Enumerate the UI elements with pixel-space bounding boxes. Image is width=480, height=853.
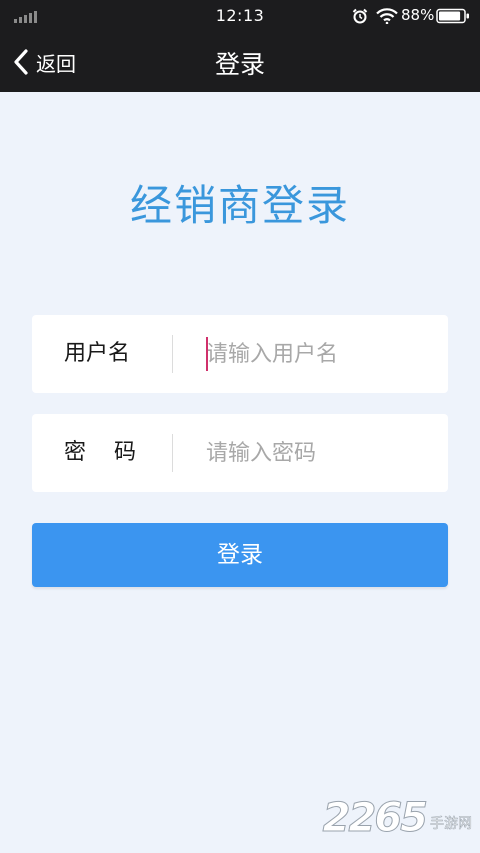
password-label: 密 码 [64, 440, 136, 465]
username-field-row: 用户名 [32, 315, 448, 393]
username-divider [172, 335, 173, 373]
password-input[interactable] [206, 414, 436, 492]
watermark-text: 手游网 [430, 816, 473, 833]
username-label: 用户名 [64, 341, 131, 366]
wifi-icon [376, 8, 398, 24]
nav-title: 登录 [214, 50, 265, 79]
username-input[interactable] [206, 315, 436, 393]
page-title: 经销商登录 [129, 181, 350, 230]
password-divider [172, 434, 173, 472]
top-bar: 12:13 88% 返回 登录 [0, 0, 480, 92]
login-button[interactable]: 登录 [32, 523, 448, 587]
watermark-digits: 2265 [322, 795, 428, 842]
status-bar: 12:13 88% [0, 0, 480, 32]
alarm-icon [352, 8, 368, 24]
text-caret [206, 337, 208, 371]
battery-icon [436, 8, 469, 24]
battery-percent: 88% [401, 6, 435, 24]
watermark-logo: 2265 手游网 [322, 795, 473, 842]
nav-bar: 返回 登录 [0, 32, 480, 92]
password-field-row: 密 码 [32, 414, 448, 492]
